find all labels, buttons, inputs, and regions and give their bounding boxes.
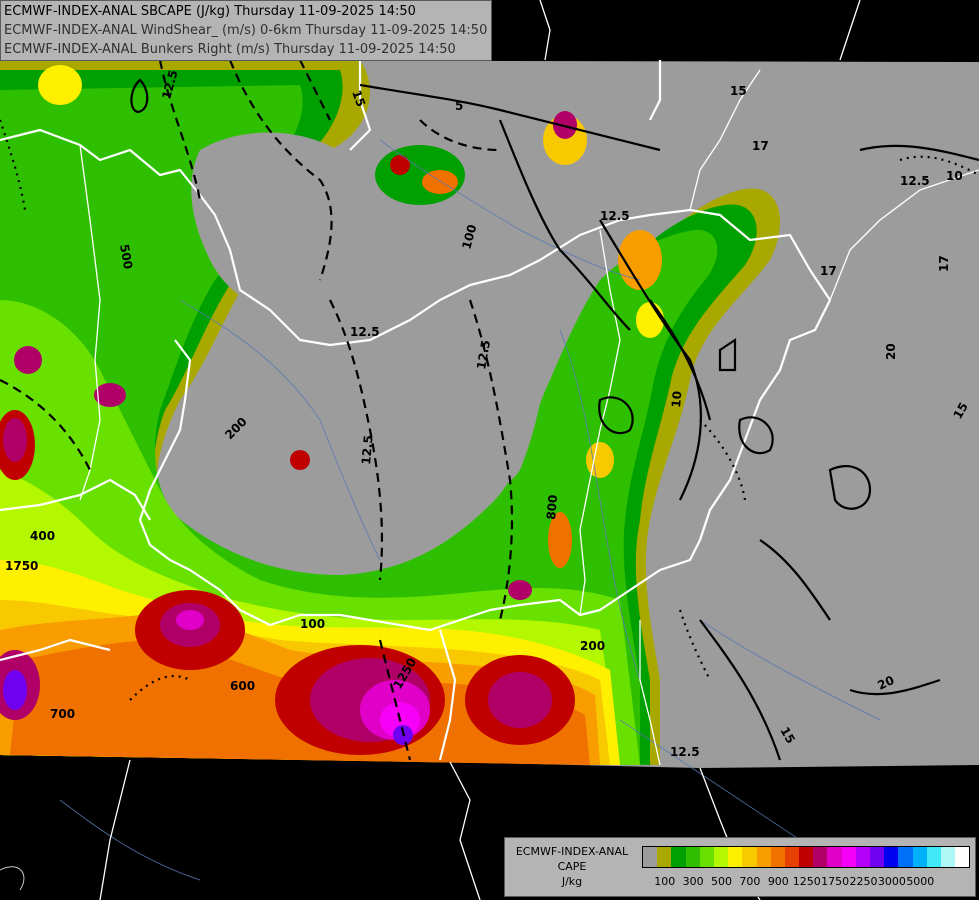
map-label: 17	[820, 264, 837, 278]
legend-parameter: CAPE	[557, 860, 587, 873]
legend-swatch	[713, 847, 729, 867]
map-label: 12.5	[670, 745, 700, 759]
legend-tick-label: 100	[654, 875, 676, 888]
legend-swatch	[912, 847, 927, 867]
legend-model: ECMWF-INDEX-ANAL	[515, 845, 629, 858]
map-label: 15	[730, 84, 747, 98]
legend-swatch	[742, 847, 757, 867]
map-label: 700	[50, 707, 75, 721]
legend-swatch	[870, 847, 885, 867]
map-title-box: ECMWF-INDEX-ANAL SBCAPE (J/kg) Thursday …	[0, 0, 493, 61]
legend-swatch	[841, 847, 856, 867]
map-label: 12.5	[359, 435, 376, 466]
map-label: 200	[580, 639, 605, 653]
legend-swatch	[827, 847, 842, 867]
map-label: 1750	[5, 559, 38, 573]
legend-color-bar	[642, 846, 971, 868]
legend-swatch	[799, 847, 814, 867]
map-label: 12.5	[350, 325, 380, 339]
legend-tick-labels: 100 300 500 700 900 1250 1750 2250 3000 5000	[642, 875, 972, 889]
legend-swatch	[770, 847, 785, 867]
map-label: 800	[544, 494, 560, 520]
map-label: 400	[30, 529, 55, 543]
legend-swatch	[728, 847, 743, 867]
map-label: 10	[946, 169, 963, 183]
legend-swatch	[884, 847, 899, 867]
legend-unit: J/kg	[561, 875, 583, 888]
legend-swatch	[756, 847, 771, 867]
legend-tick-label: 3000	[877, 875, 906, 888]
title-sbcape: ECMWF-INDEX-ANAL SBCAPE (J/kg) Thursday …	[4, 4, 416, 19]
legend-tick-label: 900	[767, 875, 789, 888]
legend-tick-label: 700	[739, 875, 761, 888]
title-bunkers: ECMWF-INDEX-ANAL Bunkers Right (m/s) Thu…	[4, 42, 456, 57]
legend-swatch	[926, 847, 941, 867]
map-label: 20	[884, 343, 898, 360]
legend-swatch	[685, 847, 700, 867]
legend-tick-label: 2250	[849, 875, 878, 888]
legend-title: ECMWF-INDEX-ANAL CAPE J/kg	[507, 844, 637, 889]
legend-swatch	[671, 847, 686, 867]
legend-tick-label: 500	[711, 875, 733, 888]
legend-swatch	[940, 847, 956, 867]
map-label: 12.5	[900, 174, 930, 188]
weather-map: 12.5 15 17 20 10 100 200 400 600 700 125…	[0, 0, 979, 900]
legend-swatch	[784, 847, 800, 867]
map-label: 5	[455, 99, 463, 113]
map-label: 600	[230, 679, 255, 693]
map-label: 12.5	[600, 209, 630, 223]
map-label: 10	[669, 390, 684, 408]
map-label: 17	[752, 139, 769, 153]
cape-legend: ECMWF-INDEX-ANAL CAPE J/kg 100 300 500 700 9…	[504, 837, 976, 897]
title-windshear: ECMWF-INDEX-ANAL WindShear_ (m/s) 0-6km …	[4, 23, 488, 38]
legend-swatch	[855, 847, 870, 867]
legend-tick-label: 5000	[906, 875, 935, 888]
legend-swatch	[699, 847, 714, 867]
legend-swatch	[657, 847, 672, 867]
legend-swatch	[898, 847, 913, 867]
legend-tick-label: 1750	[821, 875, 850, 888]
legend-tick-label: 1250	[792, 875, 821, 888]
map-label: 100	[300, 617, 325, 631]
legend-swatch	[813, 847, 828, 867]
map-label: 17	[937, 255, 951, 272]
legend-swatch	[955, 847, 970, 867]
legend-tick-label: 300	[682, 875, 704, 888]
legend-swatch	[643, 847, 658, 867]
